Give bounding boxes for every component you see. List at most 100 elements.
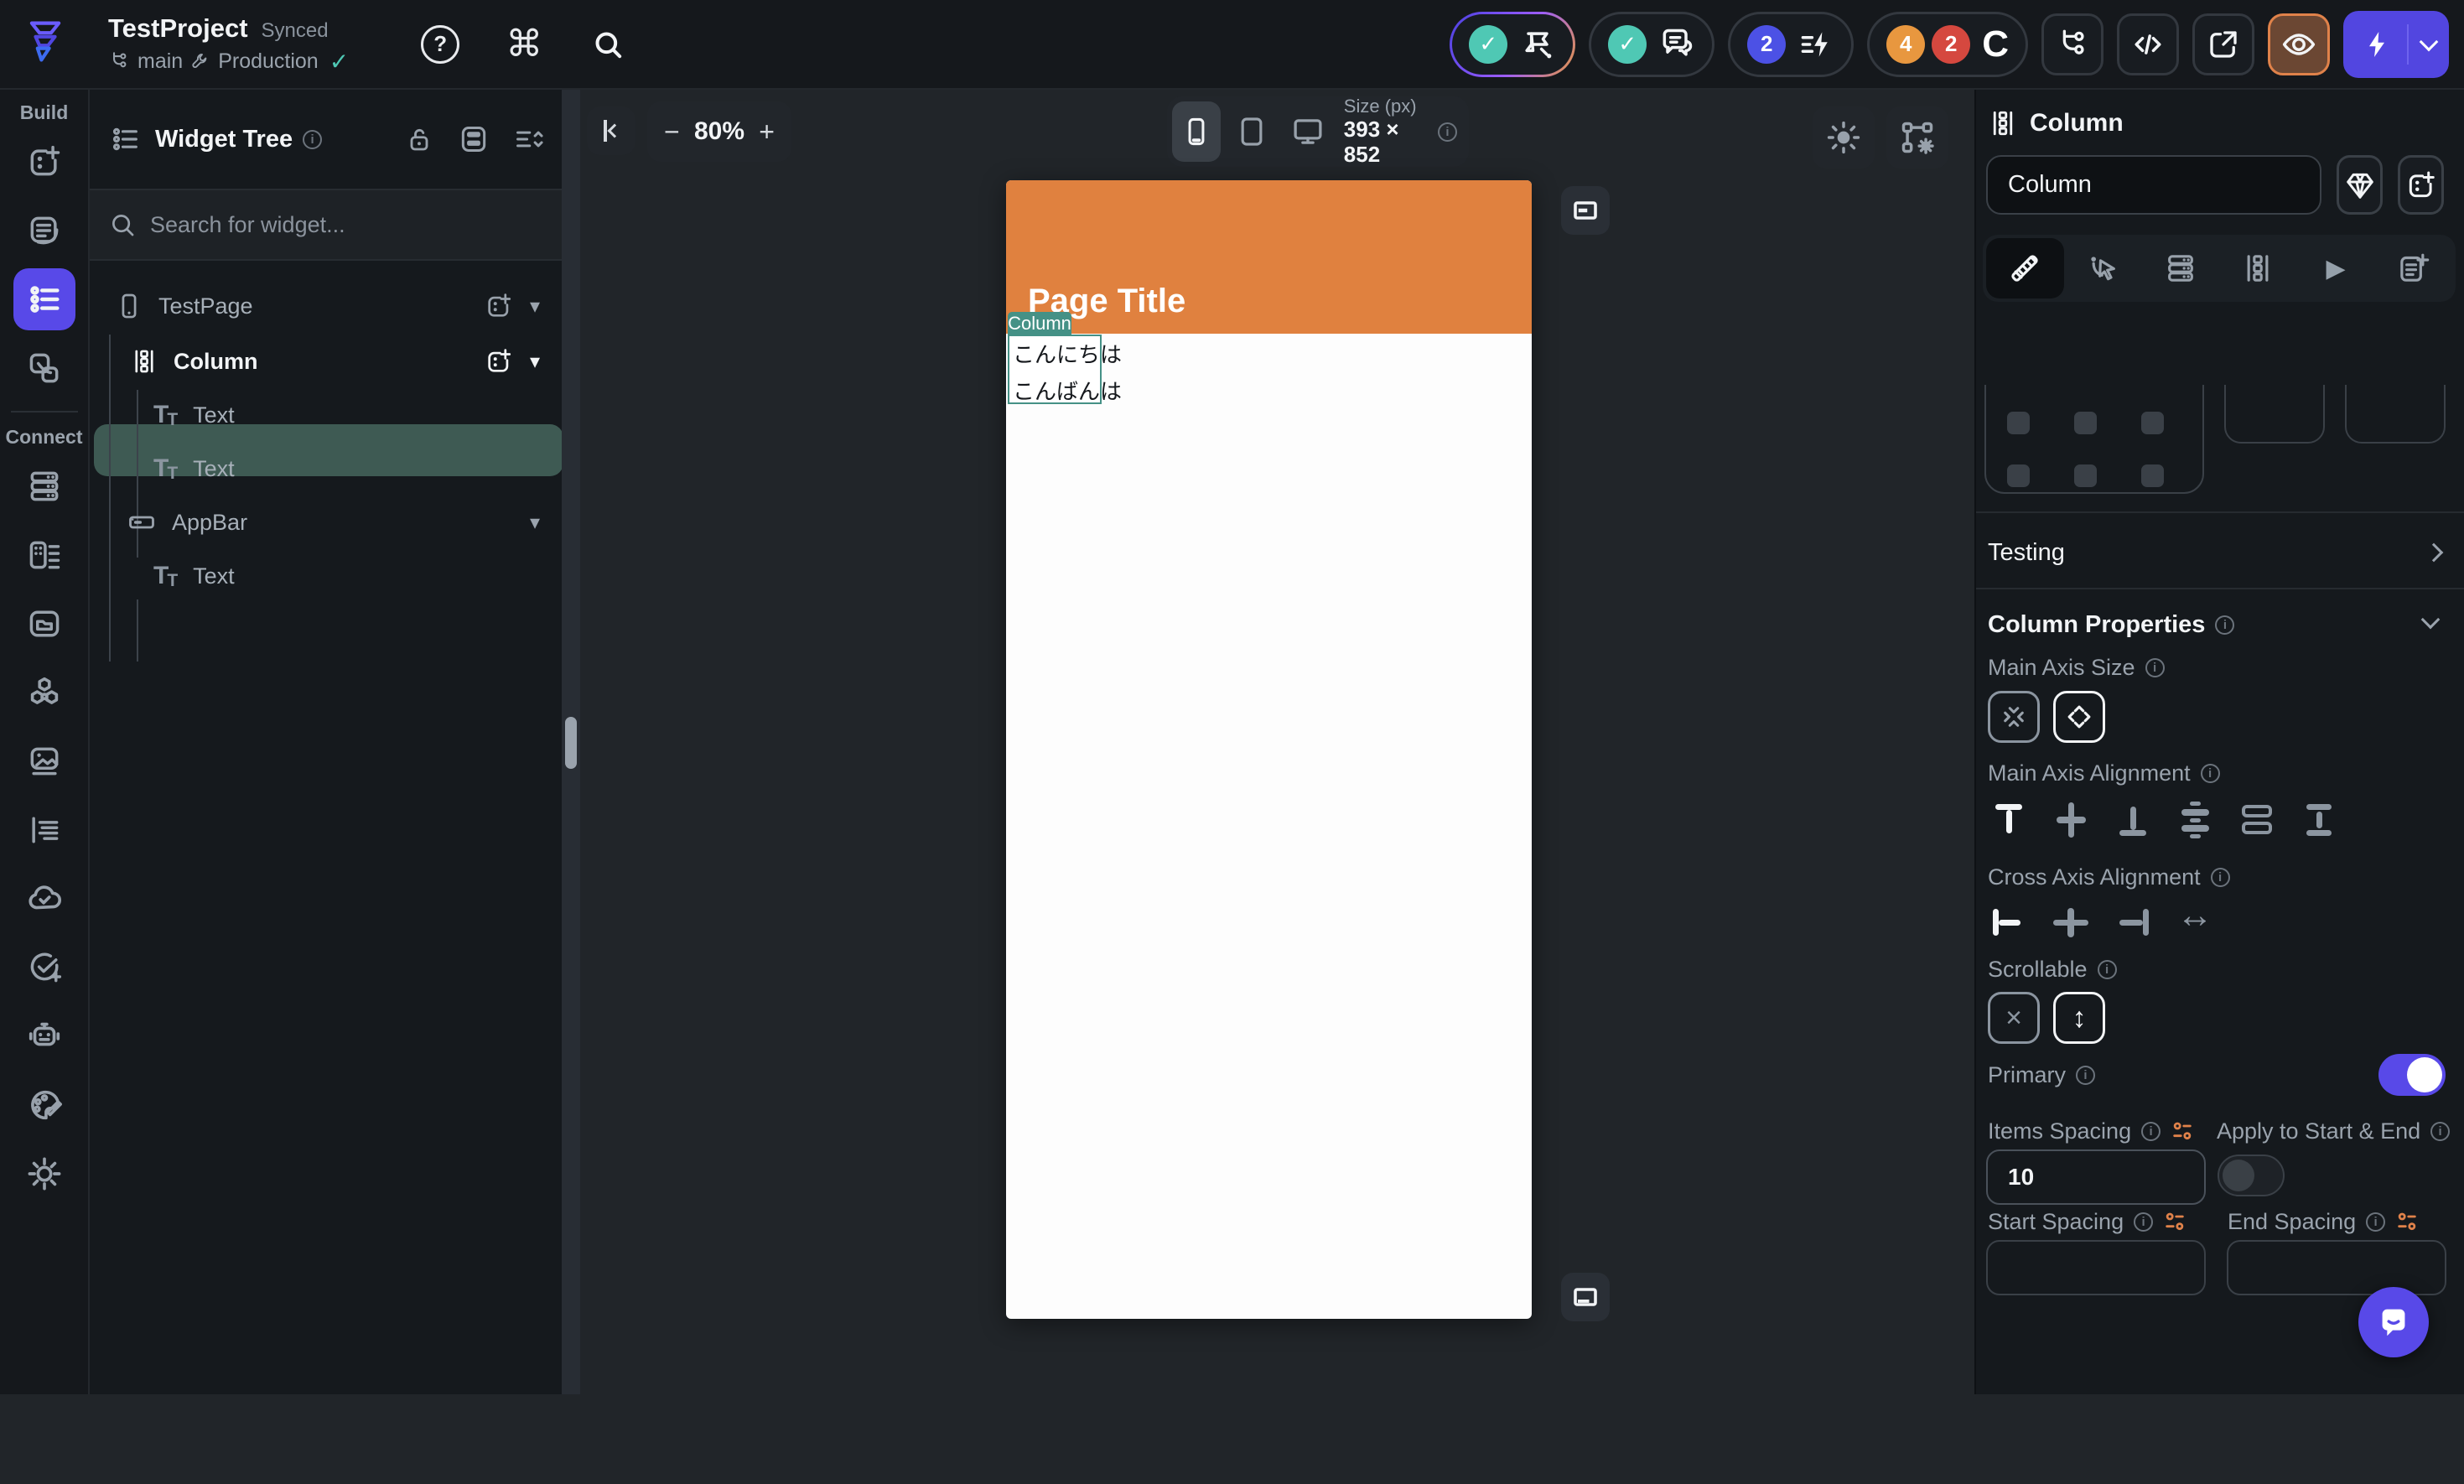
app-logo[interactable] [0,19,90,70]
collapse-panel-button[interactable] [587,106,635,155]
add-widget-icon[interactable] [485,292,513,320]
info-icon[interactable]: i [2366,1212,2386,1232]
command-palette-button[interactable]: ⌘ [500,20,548,69]
canvas-settings-button[interactable] [1886,106,1948,169]
preview-mode-button[interactable] [2268,13,2330,75]
tree-row-appbar[interactable]: AppBar ▾ [90,496,562,549]
nav-custom-functions[interactable] [13,799,75,861]
device-desktop-button[interactable] [1284,101,1332,162]
tab-properties[interactable] [1986,238,2064,298]
nav-theme[interactable] [13,1074,75,1136]
nav-pages[interactable] [13,200,75,262]
nav-widget-palette[interactable] [13,131,75,193]
apply-start-end-toggle[interactable] [2218,1155,2285,1196]
row-menu-caret[interactable]: ▾ [530,294,540,319]
nav-ai-agent[interactable] [13,1005,75,1067]
main-align-space-between-button[interactable] [2234,797,2280,843]
main-align-center-button[interactable] [2048,797,2093,843]
nav-app-assets[interactable] [13,593,75,655]
tab-actions[interactable] [2064,238,2142,298]
items-spacing-input[interactable] [1986,1149,2206,1205]
widget-name-input[interactable] [1986,155,2321,215]
add-widget-icon[interactable] [485,347,513,376]
cross-align-start-button[interactable] [1986,900,2031,945]
run-button[interactable] [2343,10,2449,78]
nav-automated-tests[interactable] [13,937,75,999]
selected-column-outline[interactable]: こんにちは こんばんは [1008,335,1122,404]
info-icon[interactable]: i [2145,658,2165,677]
tab-widget[interactable] [2219,238,2297,298]
nav-database[interactable] [13,455,75,517]
main-axis-size-max-button[interactable] [2053,691,2105,743]
theme-gem-button[interactable] [2337,155,2383,215]
tab-animations[interactable]: ▶ [2297,238,2375,298]
preview-text-1[interactable]: こんにちは [1013,338,1122,369]
row-menu-caret[interactable]: ▾ [530,511,540,535]
search-button[interactable] [584,20,632,69]
zoom-out-button[interactable]: − [664,117,680,148]
comments-pill[interactable]: ✓ [1589,11,1715,77]
zoom-in-button[interactable]: + [759,117,775,148]
nav-data-types[interactable] [13,524,75,586]
cross-align-end-button[interactable] [2110,900,2155,945]
export-button[interactable] [2192,13,2254,75]
main-align-start-button[interactable] [1986,797,2031,843]
row-menu-caret[interactable]: ▾ [530,350,540,374]
main-align-end-button[interactable] [2110,797,2155,843]
nav-settings[interactable] [13,1143,75,1205]
branch-name[interactable]: main [137,49,183,74]
nav-media-assets[interactable] [13,730,75,792]
main-align-space-around-button[interactable] [2296,797,2342,843]
support-chat-button[interactable] [2358,1287,2429,1357]
primary-toggle[interactable] [2378,1054,2446,1096]
size-info-icon[interactable]: i [1437,122,1457,142]
project-checks-pill[interactable]: ✓ [1450,12,1575,77]
toggle-appbar-button[interactable] [1561,186,1610,235]
testing-section-row[interactable]: Testing [1988,539,2065,567]
device-preview[interactable]: Page Title Column こんにちは こんばんは [1006,180,1532,1319]
padding-input-left[interactable] [2224,385,2325,444]
help-button[interactable]: ? [416,20,464,69]
column-properties-collapse-chevron[interactable] [2420,610,2441,630]
tree-panel-scrollbar-thumb[interactable] [565,717,577,769]
info-icon[interactable]: i [2210,868,2230,887]
nav-cloud-functions[interactable] [13,868,75,930]
actions-pill[interactable]: 2 [1728,11,1854,77]
start-spacing-input[interactable] [1986,1240,2206,1295]
padding-input-right[interactable] [2345,385,2446,444]
info-icon[interactable]: i [2134,1212,2154,1232]
cross-align-stretch-button[interactable]: ↔ [2172,895,2218,940]
lock-icon[interactable] [404,124,434,154]
nav-components[interactable] [13,337,75,399]
tree-row-testpage[interactable]: TestPage ▾ [90,279,562,333]
info-icon[interactable]: i [2141,1122,2161,1141]
tree-row-text-2[interactable]: TT Text [90,442,562,496]
info-icon[interactable]: i [2200,764,2220,783]
main-axis-size-min-button[interactable] [1988,691,2040,743]
main-align-space-evenly-button[interactable] [2172,797,2218,843]
theme-mode-button[interactable] [1813,106,1875,169]
end-spacing-input[interactable] [2227,1240,2446,1295]
preview-text-2[interactable]: こんばんは [1013,375,1122,406]
add-widget-button[interactable] [2398,155,2444,215]
scrollable-off-button[interactable]: × [1988,992,2040,1044]
info-icon[interactable]: i [2097,960,2117,979]
widget-search-input[interactable] [150,211,502,238]
set-from-variable-icon[interactable] [2163,1211,2186,1234]
device-tablet-button[interactable] [1227,101,1276,162]
tree-row-text-3[interactable]: TT Text [90,549,562,603]
view-code-button[interactable] [2117,13,2179,75]
info-icon[interactable]: i [303,129,323,149]
issues-pill[interactable]: 4 2 C [1867,11,2028,77]
tree-row-text-1[interactable]: TT Text [90,388,562,442]
nav-integrations[interactable] [13,662,75,724]
set-from-variable-icon[interactable] [2395,1211,2419,1234]
run-options-chevron[interactable] [2409,32,2449,53]
device-phone-button[interactable] [1172,101,1222,162]
tree-sort-icon[interactable] [513,123,545,155]
tab-data[interactable] [2141,238,2219,298]
cross-align-center-button[interactable] [2048,900,2093,945]
nav-widget-tree[interactable] [13,268,75,330]
environment-name[interactable]: Production [218,49,319,74]
branch-manager-button[interactable] [2041,13,2103,75]
